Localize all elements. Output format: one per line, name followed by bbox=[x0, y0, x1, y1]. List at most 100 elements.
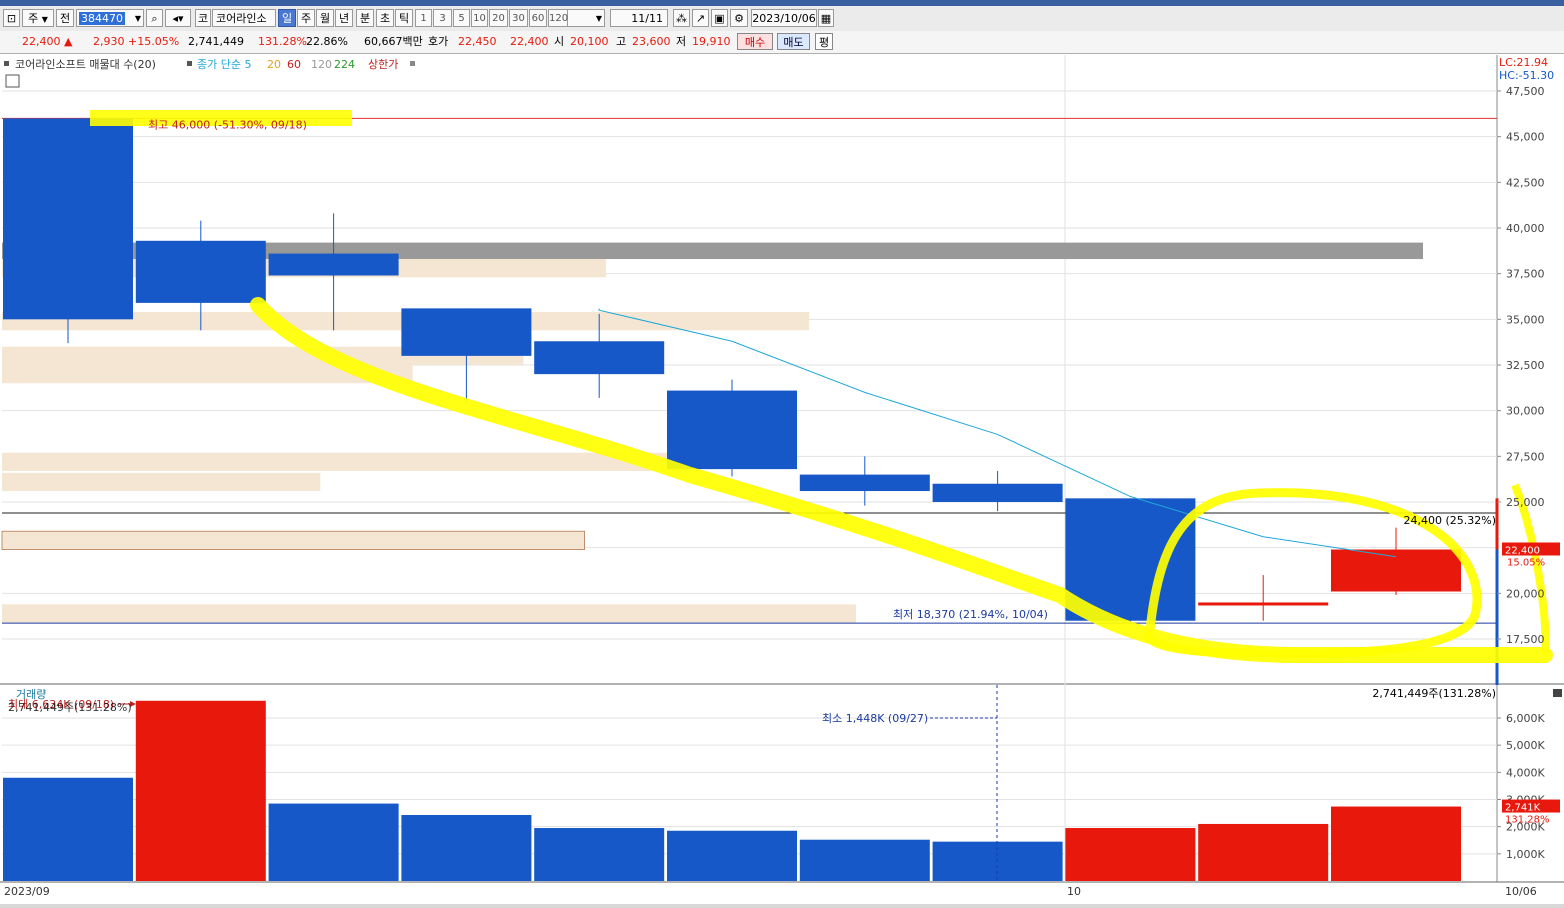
interval-button-30[interactable]: 30 bbox=[509, 9, 528, 27]
volume-bar bbox=[1198, 823, 1329, 881]
link-icon[interactable]: ⁂ bbox=[673, 9, 690, 27]
legend-item-ma20[interactable]: 20 bbox=[267, 58, 281, 71]
legend-item-ma224[interactable]: 224 bbox=[334, 58, 355, 71]
stock-code-input[interactable]: 384470 ▼ bbox=[76, 9, 144, 27]
search-icon[interactable]: ⌕ bbox=[146, 9, 163, 27]
legend-item-ma120[interactable]: 120 bbox=[311, 58, 332, 71]
lc-label: LC:21.94 bbox=[1499, 56, 1548, 69]
x-label-start: 2023/09 bbox=[4, 885, 50, 898]
period-button-6[interactable]: 틱 bbox=[395, 9, 413, 27]
bid-price-1: 22,450 bbox=[458, 35, 497, 48]
y-tick-label: 45,000 bbox=[1506, 131, 1545, 144]
buy-button[interactable]: 매수 bbox=[737, 33, 773, 50]
bid-price-2: 22,400 bbox=[510, 35, 549, 48]
volume-bar bbox=[932, 841, 1063, 881]
legend-item-upper-limit[interactable]: 상한가 bbox=[368, 58, 398, 71]
current-price-tag: 22,400 bbox=[1505, 545, 1540, 556]
vol-tick-label: 4,000K bbox=[1506, 766, 1545, 779]
candle-body bbox=[268, 253, 399, 276]
current-price: 22,400 bbox=[22, 35, 61, 48]
x-label-end: 10/06 bbox=[1505, 885, 1537, 898]
volume-bar bbox=[268, 803, 399, 881]
period-button-4[interactable]: 분 bbox=[356, 9, 374, 27]
ref-line-label: 24,400 (25.32%) bbox=[1403, 514, 1496, 527]
y-tick-label: 42,500 bbox=[1506, 176, 1545, 189]
market-tag: 코 bbox=[195, 9, 211, 27]
calendar-icon[interactable]: ▦ bbox=[818, 9, 834, 27]
hc-label: HC:-51.30 bbox=[1499, 69, 1554, 82]
sell-button[interactable]: 매도 bbox=[777, 33, 810, 50]
toolbar: ⊡ 주 ▼ 전 384470 ▼ ⌕ ◂▾ 코 코어라인소 ▼ 11/11 ⁂ … bbox=[0, 6, 1564, 32]
nav-arrows-icon[interactable]: ◂▾ bbox=[165, 9, 191, 27]
period-button-0[interactable]: 일 bbox=[278, 9, 296, 27]
y-tick-label: 35,000 bbox=[1506, 313, 1545, 326]
open-price: 20,100 bbox=[570, 35, 609, 48]
candle-body bbox=[1331, 549, 1461, 592]
volume-bar bbox=[1331, 806, 1461, 881]
y-tick-label: 27,500 bbox=[1506, 450, 1545, 463]
period-button-1[interactable]: 주 bbox=[297, 9, 315, 27]
volume-ratio: 131.28% bbox=[258, 35, 307, 48]
period-button-3[interactable]: 년 bbox=[335, 9, 353, 27]
interval-select[interactable]: ▼ bbox=[567, 9, 605, 27]
legend-bullet-icon bbox=[410, 61, 415, 66]
bottom-scrollbar[interactable] bbox=[0, 904, 1564, 908]
volume-bar bbox=[401, 814, 532, 881]
prefix-button[interactable]: 전 bbox=[56, 9, 74, 27]
volume-bar bbox=[799, 839, 930, 881]
volume-profile-bar bbox=[1, 530, 586, 550]
y-tick-label: 30,000 bbox=[1506, 405, 1545, 418]
volume-bar bbox=[135, 700, 266, 881]
candle-body bbox=[401, 308, 532, 356]
volume-bar bbox=[1065, 828, 1196, 881]
bid-label: 호가 bbox=[428, 35, 449, 48]
volume-profile-bar bbox=[2, 472, 321, 492]
y-tick-label: 37,500 bbox=[1506, 268, 1545, 281]
volume-bar bbox=[667, 830, 797, 881]
date-field[interactable]: 2023/10/06 bbox=[751, 9, 817, 27]
legend-item-volume-profile[interactable]: 코어라인소프트 매물대 수(20) bbox=[15, 58, 156, 71]
legend-item-ma5[interactable]: 종가 단순 5 bbox=[197, 58, 251, 71]
current-price-pct: 15.05% bbox=[1507, 557, 1545, 568]
table-icon[interactable] bbox=[5, 74, 20, 88]
y-tick-label: 32,500 bbox=[1506, 359, 1545, 372]
vol-right-header: 2,741,449주(131.28%) bbox=[1372, 687, 1496, 700]
interval-button-20[interactable]: 20 bbox=[489, 9, 508, 27]
stock-chart: 47,500 45,000 42,500 40,000 37,500 35,000 32,5… bbox=[0, 55, 1564, 904]
stock-code-value: 384470 bbox=[79, 12, 125, 25]
vol-tick-label: 6,000K bbox=[1506, 712, 1545, 725]
candle-body bbox=[3, 118, 133, 320]
chevron-down-icon: ▼ bbox=[134, 14, 141, 23]
period-button-5[interactable]: 초 bbox=[376, 9, 394, 27]
volume-value: 2,741,449 bbox=[188, 35, 244, 48]
stock-name-field[interactable]: 코어라인소 bbox=[212, 9, 276, 27]
save-icon[interactable]: ▣ bbox=[711, 9, 728, 27]
market-select[interactable]: 주 ▼ bbox=[22, 9, 54, 27]
interval-button-3[interactable]: 3 bbox=[433, 9, 452, 27]
period-button-2[interactable]: 월 bbox=[316, 9, 334, 27]
interval-button-1[interactable]: 1 bbox=[415, 9, 432, 27]
vol-min-marker: 최소 1,448K (09/27) bbox=[822, 712, 928, 725]
gear-icon[interactable]: ⚙ bbox=[730, 9, 748, 27]
trade-amount: 60,667백만 bbox=[364, 35, 423, 48]
y-tick-label: 47,500 bbox=[1506, 85, 1545, 98]
candle-body bbox=[932, 483, 1063, 502]
y-tick-label: 25,000 bbox=[1506, 496, 1545, 509]
interval-button-60[interactable]: 60 bbox=[529, 9, 547, 27]
volume-bar bbox=[3, 777, 133, 881]
interval-button-120[interactable]: 120 bbox=[548, 9, 568, 27]
interval-button-5[interactable]: 5 bbox=[453, 9, 470, 27]
eval-button[interactable]: 평 bbox=[815, 33, 833, 50]
interval-button-10[interactable]: 10 bbox=[471, 9, 488, 27]
chart-menu-icon[interactable]: ⊡ bbox=[3, 9, 20, 27]
draw-tool-icon[interactable]: ↗ bbox=[692, 9, 709, 27]
open-label: 시 bbox=[554, 35, 565, 48]
volume-profile-bar bbox=[2, 604, 857, 623]
legend-item-ma60[interactable]: 60 bbox=[287, 58, 301, 71]
pane-toggle-icon[interactable] bbox=[1553, 689, 1562, 697]
up-arrow-icon: ▲ bbox=[64, 35, 73, 48]
y-tick-label: 40,000 bbox=[1506, 222, 1545, 235]
y-tick-label: 20,000 bbox=[1506, 587, 1545, 600]
low-marker-label: 최저 18,370 (21.94%, 10/04) bbox=[893, 608, 1048, 621]
low-price: 19,910 bbox=[692, 35, 731, 48]
